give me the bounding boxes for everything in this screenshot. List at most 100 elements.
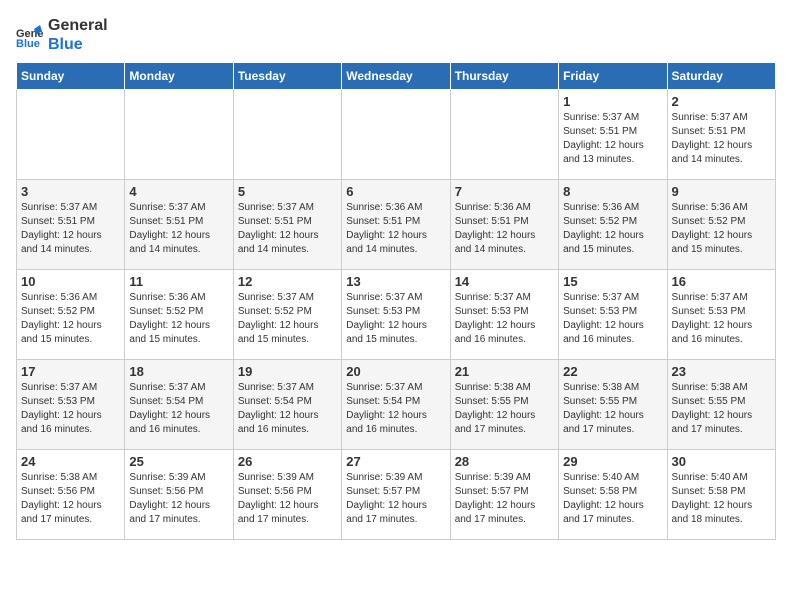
calendar-cell [450, 90, 558, 180]
calendar-cell: 8 Sunrise: 5:36 AM Sunset: 5:52 PM Daylig… [559, 180, 667, 270]
day-info: Sunrise: 5:39 AM Sunset: 5:56 PM Dayligh… [238, 471, 337, 527]
calendar-cell: 24 Sunrise: 5:38 AM Sunset: 5:56 PM Dayli… [17, 450, 125, 540]
page-header: General Blue General Blue [16, 16, 776, 54]
day-info: Sunrise: 5:37 AM Sunset: 5:54 PM Dayligh… [346, 381, 445, 437]
calendar-cell: 21 Sunrise: 5:38 AM Sunset: 5:55 PM Dayli… [450, 360, 558, 450]
weekday-header: Sunday [17, 63, 125, 90]
day-info: Sunrise: 5:36 AM Sunset: 5:51 PM Dayligh… [455, 201, 554, 257]
weekday-header: Tuesday [233, 63, 341, 90]
day-info: Sunrise: 5:37 AM Sunset: 5:51 PM Dayligh… [238, 201, 337, 257]
day-number: 7 [455, 184, 554, 199]
day-number: 2 [672, 94, 771, 109]
calendar-week-row: 24 Sunrise: 5:38 AM Sunset: 5:56 PM Dayli… [17, 450, 776, 540]
calendar-body: 1Sunrise: 5:37 AM Sunset: 5:51 PM Daylig… [17, 90, 776, 540]
day-info: Sunrise: 5:39 AM Sunset: 5:56 PM Dayligh… [129, 471, 228, 527]
day-info: Sunrise: 5:37 AM Sunset: 5:53 PM Dayligh… [563, 291, 662, 347]
calendar-cell: 25 Sunrise: 5:39 AM Sunset: 5:56 PM Dayli… [125, 450, 233, 540]
calendar-table: SundayMondayTuesdayWednesdayThursdayFrid… [16, 62, 776, 540]
svg-text:Blue: Blue [16, 38, 40, 49]
day-number: 18 [129, 364, 228, 379]
calendar-cell: 6 Sunrise: 5:36 AM Sunset: 5:51 PM Daylig… [342, 180, 450, 270]
calendar-cell [233, 90, 341, 180]
logo-icon: General Blue [16, 21, 44, 49]
day-number: 25 [129, 454, 228, 469]
day-number: 11 [129, 274, 228, 289]
day-number: 12 [238, 274, 337, 289]
day-number: 28 [455, 454, 554, 469]
day-number: 26 [238, 454, 337, 469]
calendar-cell: 29Sunrise: 5:40 AM Sunset: 5:58 PM Dayli… [559, 450, 667, 540]
logo-blue: Blue [48, 35, 108, 54]
day-info: Sunrise: 5:40 AM Sunset: 5:58 PM Dayligh… [672, 471, 771, 527]
day-number: 6 [346, 184, 445, 199]
day-info: Sunrise: 5:36 AM Sunset: 5:52 PM Dayligh… [21, 291, 120, 347]
calendar-cell: 27 Sunrise: 5:39 AM Sunset: 5:57 PM Dayli… [342, 450, 450, 540]
day-info: Sunrise: 5:38 AM Sunset: 5:56 PM Dayligh… [21, 471, 120, 527]
day-info: Sunrise: 5:37 AM Sunset: 5:54 PM Dayligh… [129, 381, 228, 437]
day-number: 13 [346, 274, 445, 289]
day-number: 8 [563, 184, 662, 199]
day-number: 15 [563, 274, 662, 289]
day-number: 4 [129, 184, 228, 199]
calendar-cell: 13 Sunrise: 5:37 AM Sunset: 5:53 PM Dayli… [342, 270, 450, 360]
day-number: 22 [563, 364, 662, 379]
day-info: Sunrise: 5:36 AM Sunset: 5:51 PM Dayligh… [346, 201, 445, 257]
day-number: 17 [21, 364, 120, 379]
day-number: 24 [21, 454, 120, 469]
calendar-cell [342, 90, 450, 180]
day-info: Sunrise: 5:37 AM Sunset: 5:54 PM Dayligh… [238, 381, 337, 437]
calendar-cell: 14 Sunrise: 5:37 AM Sunset: 5:53 PM Dayli… [450, 270, 558, 360]
day-info: Sunrise: 5:37 AM Sunset: 5:53 PM Dayligh… [672, 291, 771, 347]
weekday-header: Friday [559, 63, 667, 90]
weekday-header: Saturday [667, 63, 775, 90]
calendar-cell: 7 Sunrise: 5:36 AM Sunset: 5:51 PM Daylig… [450, 180, 558, 270]
calendar-cell: 1Sunrise: 5:37 AM Sunset: 5:51 PM Daylig… [559, 90, 667, 180]
calendar-header: SundayMondayTuesdayWednesdayThursdayFrid… [17, 63, 776, 90]
day-number: 3 [21, 184, 120, 199]
calendar-cell: 28 Sunrise: 5:39 AM Sunset: 5:57 PM Dayli… [450, 450, 558, 540]
day-number: 9 [672, 184, 771, 199]
calendar-cell: 20Sunrise: 5:37 AM Sunset: 5:54 PM Dayli… [342, 360, 450, 450]
calendar-cell: 23Sunrise: 5:38 AM Sunset: 5:55 PM Dayli… [667, 360, 775, 450]
calendar-week-row: 3 Sunrise: 5:37 AM Sunset: 5:51 PM Daylig… [17, 180, 776, 270]
day-info: Sunrise: 5:36 AM Sunset: 5:52 PM Dayligh… [563, 201, 662, 257]
calendar-cell: 10Sunrise: 5:36 AM Sunset: 5:52 PM Dayli… [17, 270, 125, 360]
calendar-cell: 3 Sunrise: 5:37 AM Sunset: 5:51 PM Daylig… [17, 180, 125, 270]
day-info: Sunrise: 5:37 AM Sunset: 5:53 PM Dayligh… [346, 291, 445, 347]
calendar-cell: 19Sunrise: 5:37 AM Sunset: 5:54 PM Dayli… [233, 360, 341, 450]
calendar-cell: 26 Sunrise: 5:39 AM Sunset: 5:56 PM Dayli… [233, 450, 341, 540]
day-number: 16 [672, 274, 771, 289]
calendar-cell [17, 90, 125, 180]
day-number: 21 [455, 364, 554, 379]
calendar-cell [125, 90, 233, 180]
day-number: 29 [563, 454, 662, 469]
day-number: 27 [346, 454, 445, 469]
weekday-row: SundayMondayTuesdayWednesdayThursdayFrid… [17, 63, 776, 90]
day-info: Sunrise: 5:38 AM Sunset: 5:55 PM Dayligh… [672, 381, 771, 437]
day-info: Sunrise: 5:37 AM Sunset: 5:53 PM Dayligh… [21, 381, 120, 437]
calendar-cell: 18 Sunrise: 5:37 AM Sunset: 5:54 PM Dayli… [125, 360, 233, 450]
calendar-week-row: 1Sunrise: 5:37 AM Sunset: 5:51 PM Daylig… [17, 90, 776, 180]
day-number: 5 [238, 184, 337, 199]
logo: General Blue General Blue [16, 16, 108, 54]
day-number: 14 [455, 274, 554, 289]
calendar-cell: 30 Sunrise: 5:40 AM Sunset: 5:58 PM Dayli… [667, 450, 775, 540]
calendar-cell: 11 Sunrise: 5:36 AM Sunset: 5:52 PM Dayli… [125, 270, 233, 360]
day-info: Sunrise: 5:39 AM Sunset: 5:57 PM Dayligh… [455, 471, 554, 527]
day-info: Sunrise: 5:36 AM Sunset: 5:52 PM Dayligh… [129, 291, 228, 347]
day-info: Sunrise: 5:37 AM Sunset: 5:51 PM Dayligh… [563, 111, 662, 167]
calendar-cell: 17 Sunrise: 5:37 AM Sunset: 5:53 PM Dayli… [17, 360, 125, 450]
day-info: Sunrise: 5:38 AM Sunset: 5:55 PM Dayligh… [455, 381, 554, 437]
day-info: Sunrise: 5:39 AM Sunset: 5:57 PM Dayligh… [346, 471, 445, 527]
day-number: 30 [672, 454, 771, 469]
logo-general: General [48, 16, 108, 35]
weekday-header: Wednesday [342, 63, 450, 90]
day-info: Sunrise: 5:37 AM Sunset: 5:51 PM Dayligh… [672, 111, 771, 167]
calendar-cell: 4 Sunrise: 5:37 AM Sunset: 5:51 PM Daylig… [125, 180, 233, 270]
day-info: Sunrise: 5:36 AM Sunset: 5:52 PM Dayligh… [672, 201, 771, 257]
day-info: Sunrise: 5:37 AM Sunset: 5:51 PM Dayligh… [21, 201, 120, 257]
day-info: Sunrise: 5:38 AM Sunset: 5:55 PM Dayligh… [563, 381, 662, 437]
day-info: Sunrise: 5:37 AM Sunset: 5:51 PM Dayligh… [129, 201, 228, 257]
day-info: Sunrise: 5:37 AM Sunset: 5:53 PM Dayligh… [455, 291, 554, 347]
calendar-cell: 22 Sunrise: 5:38 AM Sunset: 5:55 PM Dayli… [559, 360, 667, 450]
